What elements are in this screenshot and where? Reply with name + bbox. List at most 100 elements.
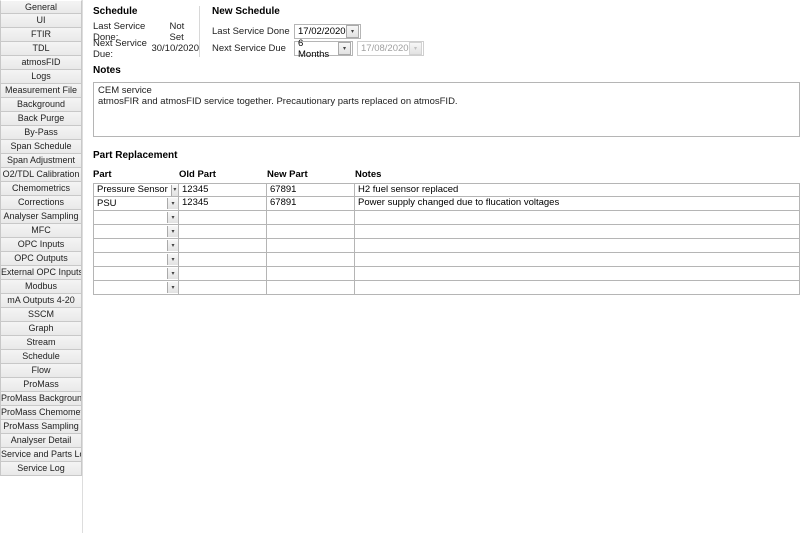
old-part-cell[interactable]: [179, 211, 267, 225]
sidebar-item-promass-chemometrics[interactable]: ProMass Chemometrics: [0, 406, 82, 420]
new-part-cell[interactable]: [267, 281, 355, 295]
ns-last-done-label: Last Service Done: [212, 26, 290, 37]
sidebar-item-measurement-file[interactable]: Measurement File: [0, 84, 82, 98]
old-part-cell[interactable]: [179, 281, 267, 295]
new-part-cell[interactable]: [267, 253, 355, 267]
part-cell[interactable]: Pressure Sensor▾: [93, 183, 179, 197]
main-panel: Schedule Last Service Done: Not Set Next…: [83, 0, 800, 533]
sidebar-item-general[interactable]: General: [0, 0, 82, 14]
chevron-down-icon[interactable]: ▾: [167, 212, 178, 223]
parts-title: Part Replacement: [93, 150, 800, 161]
sidebar-item-analyser-sampling[interactable]: Analyser Sampling: [0, 210, 82, 224]
sidebar-item-service-log[interactable]: Service Log: [0, 462, 82, 476]
part-cell[interactable]: ▾: [93, 211, 179, 225]
ns-interval-value: 6 Months: [295, 38, 337, 60]
sidebar-item-service-and-parts-log[interactable]: Service and Parts Log: [0, 448, 82, 462]
sidebar-item-graph[interactable]: Graph: [0, 322, 82, 336]
table-row: ▾: [93, 267, 800, 281]
sidebar-item-ftir[interactable]: FTIR: [0, 28, 82, 42]
table-row: ▾: [93, 281, 800, 295]
old-part-cell[interactable]: [179, 239, 267, 253]
sidebar-item-o2-tdl-calibration[interactable]: O2/TDL Calibration: [0, 168, 82, 182]
col-new-part: New Part: [267, 169, 355, 183]
sidebar-item-span-schedule[interactable]: Span Schedule: [0, 140, 82, 154]
new-part-cell[interactable]: [267, 239, 355, 253]
part-cell[interactable]: ▾: [93, 239, 179, 253]
sidebar-item-back-purge[interactable]: Back Purge: [0, 112, 82, 126]
part-cell[interactable]: ▾: [93, 267, 179, 281]
chevron-down-icon[interactable]: ▾: [167, 268, 178, 279]
chevron-down-icon[interactable]: ▾: [167, 226, 178, 237]
sidebar-item-atmosfid[interactable]: atmosFID: [0, 56, 82, 70]
table-row: PSU▾1234567891Power supply changed due t…: [93, 197, 800, 211]
old-part-cell[interactable]: 12345: [179, 183, 267, 197]
ns-next-due-date-picker: 17/08/2020 ▾: [357, 41, 424, 56]
row-notes-cell[interactable]: [355, 267, 800, 281]
next-service-due-label: Next Service Due:: [93, 38, 147, 60]
row-notes-cell[interactable]: [355, 281, 800, 295]
ns-last-done-value: 17/02/2020: [295, 26, 345, 37]
old-part-cell[interactable]: 12345: [179, 197, 267, 211]
chevron-down-icon[interactable]: ▾: [167, 254, 178, 265]
chevron-down-icon[interactable]: ▾: [167, 198, 178, 209]
sidebar-item-tdl[interactable]: TDL: [0, 42, 82, 56]
chevron-down-icon[interactable]: ▾: [167, 240, 178, 251]
row-notes-cell[interactable]: [355, 211, 800, 225]
table-row: Pressure Sensor▾1234567891H2 fuel sensor…: [93, 183, 800, 197]
sidebar-item-span-adjustment[interactable]: Span Adjustment: [0, 154, 82, 168]
part-cell[interactable]: ▾: [93, 253, 179, 267]
ns-interval-select[interactable]: 6 Months ▾: [294, 41, 353, 56]
sidebar-item-promass-background[interactable]: ProMass Background: [0, 392, 82, 406]
chevron-down-icon[interactable]: ▾: [171, 185, 178, 196]
notes-textarea[interactable]: [93, 82, 800, 137]
sidebar-item-external-opc-inputs[interactable]: External OPC Inputs: [0, 266, 82, 280]
sidebar-item-promass[interactable]: ProMass: [0, 378, 82, 392]
chevron-down-icon[interactable]: ▾: [167, 282, 178, 293]
schedule-title: Schedule: [93, 6, 199, 17]
sidebar-item-opc-inputs[interactable]: OPC Inputs: [0, 238, 82, 252]
ns-next-due-label: Next Service Due: [212, 43, 290, 54]
new-part-cell[interactable]: [267, 211, 355, 225]
chevron-down-icon: ▾: [409, 42, 422, 55]
row-notes-cell[interactable]: Power supply changed due to flucation vo…: [355, 197, 800, 211]
row-notes-cell[interactable]: [355, 253, 800, 267]
sidebar-item-stream[interactable]: Stream: [0, 336, 82, 350]
row-notes-cell[interactable]: [355, 225, 800, 239]
part-cell[interactable]: ▾: [93, 281, 179, 295]
new-part-cell[interactable]: 67891: [267, 197, 355, 211]
sidebar-item-schedule[interactable]: Schedule: [0, 350, 82, 364]
chevron-down-icon[interactable]: ▾: [338, 42, 351, 55]
sidebar-item-opc-outputs[interactable]: OPC Outputs: [0, 252, 82, 266]
sidebar-item-chemometrics[interactable]: Chemometrics: [0, 182, 82, 196]
sidebar-item-modbus[interactable]: Modbus: [0, 280, 82, 294]
last-service-done-value: Not Set: [170, 21, 199, 43]
sidebar-item-background[interactable]: Background: [0, 98, 82, 112]
new-part-cell[interactable]: 67891: [267, 183, 355, 197]
ns-next-due-date: 17/08/2020: [358, 43, 408, 54]
sidebar-item-sscm[interactable]: SSCM: [0, 308, 82, 322]
part-cell[interactable]: PSU▾: [93, 197, 179, 211]
sidebar-item-corrections[interactable]: Corrections: [0, 196, 82, 210]
sidebar-item-analyser-detail[interactable]: Analyser Detail: [0, 434, 82, 448]
row-notes-cell[interactable]: [355, 239, 800, 253]
table-row: ▾: [93, 253, 800, 267]
sidebar-item-promass-sampling[interactable]: ProMass Sampling: [0, 420, 82, 434]
part-cell[interactable]: ▾: [93, 225, 179, 239]
sidebar-item-mfc[interactable]: MFC: [0, 224, 82, 238]
new-part-cell[interactable]: [267, 225, 355, 239]
old-part-cell[interactable]: [179, 225, 267, 239]
row-notes-cell[interactable]: H2 fuel sensor replaced: [355, 183, 800, 197]
sidebar-item-logs[interactable]: Logs: [0, 70, 82, 84]
sidebar-item-ui[interactable]: UI: [0, 14, 82, 28]
new-schedule-title: New Schedule: [212, 6, 800, 17]
sidebar: GeneralUIFTIRTDLatmosFIDLogsMeasurement …: [0, 0, 83, 533]
sidebar-item-ma-outputs-4-20[interactable]: mA Outputs 4-20: [0, 294, 82, 308]
old-part-cell[interactable]: [179, 253, 267, 267]
old-part-cell[interactable]: [179, 267, 267, 281]
col-old-part: Old Part: [179, 169, 267, 183]
notes-title: Notes: [93, 65, 800, 76]
sidebar-item-flow[interactable]: Flow: [0, 364, 82, 378]
sidebar-item-by-pass[interactable]: By-Pass: [0, 126, 82, 140]
chevron-down-icon[interactable]: ▾: [346, 25, 359, 38]
new-part-cell[interactable]: [267, 267, 355, 281]
